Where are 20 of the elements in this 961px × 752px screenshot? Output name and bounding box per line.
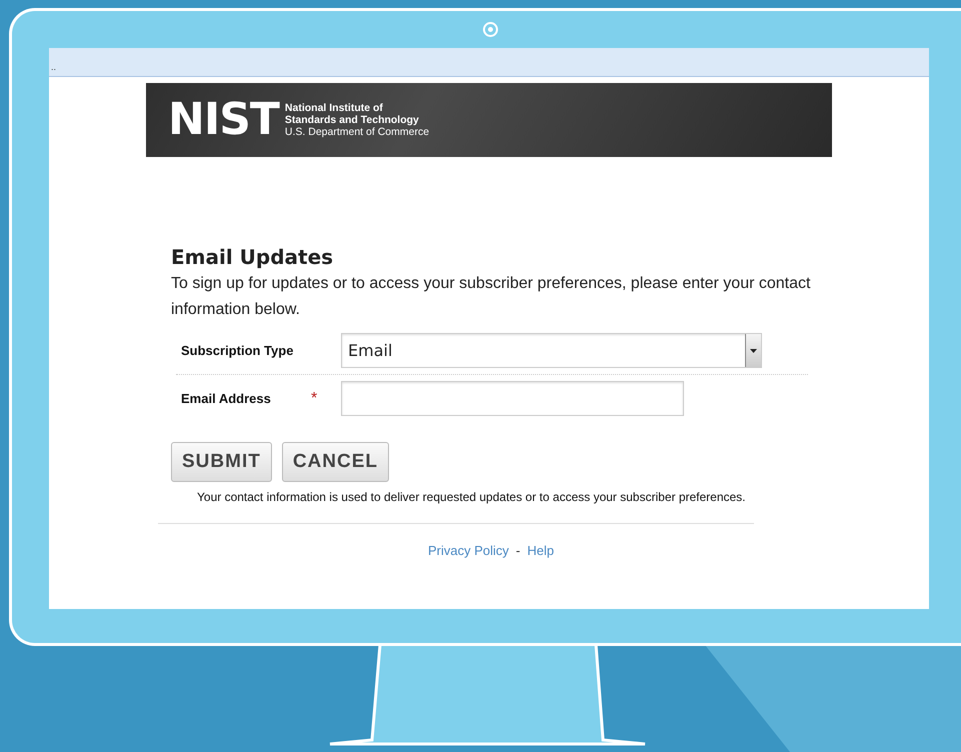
footer-link[interactable]: Privacy Policy [428,541,509,560]
banner-text: National Institute of [284,102,384,114]
intro-text: To sign up for updates or to access your subscriber preferences, please enter your contact information below. [171,274,811,320]
footer-link[interactable]: Help [527,541,554,560]
heading: Email Updates [171,245,334,269]
link-separator: - [516,542,520,560]
field-label: Email Address [180,390,272,408]
banner-text: U.S. Department of Commerce [284,126,430,138]
submit-button[interactable]: SUBMIT [171,442,272,482]
logo-text: NIST [168,98,279,142]
note-text: Your contact information is used to deliver requested updates or to access your subscriber preferences. [197,489,747,506]
banner-text: Standards and Technology [284,114,420,126]
caret-icon [750,348,757,352]
select-field[interactable]: Email [341,333,762,368]
field-label: Subscription Type [180,342,294,360]
cancel-button[interactable]: CANCEL [282,442,389,482]
camera-icon [485,24,496,35]
input-field[interactable] [341,381,684,416]
required-mark: * [311,390,318,407]
top-bar-text: .. [51,62,56,72]
